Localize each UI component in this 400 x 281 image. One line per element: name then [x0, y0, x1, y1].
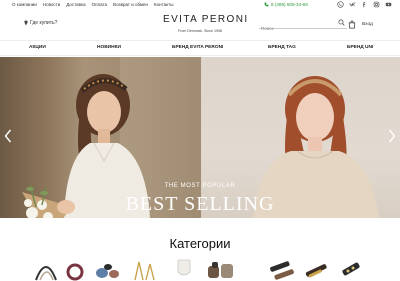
social-links: [337, 1, 392, 8]
search-icon[interactable]: [338, 19, 345, 26]
top-nav-payment[interactable]: Оплата: [92, 2, 107, 7]
top-nav-news[interactable]: Новости: [43, 2, 60, 7]
hero-banner[interactable]: THE MOST POPULAR BEST SELLING: [0, 57, 400, 218]
nav-item-brand-evita-peroni[interactable]: БРЕНД EVITA PERONI: [172, 45, 223, 50]
hero-kicker: THE MOST POPULAR: [164, 183, 236, 189]
nav-item-brand-uni[interactable]: БРЕНД UNI: [347, 45, 373, 50]
youtube-icon[interactable]: [385, 1, 392, 8]
where-to-buy-label: Где купить?: [30, 20, 58, 26]
nav-item-sales[interactable]: АКЦИИ: [29, 45, 46, 50]
phone-number: 8 (499) 508-34-69: [271, 2, 308, 7]
viber-icon[interactable]: [337, 1, 344, 8]
top-nav-delivery[interactable]: Доставка: [66, 2, 85, 7]
login-link[interactable]: Вход: [362, 22, 373, 27]
top-bar: О компании Новости Доставка Оплата Возвр…: [0, 0, 400, 12]
top-nav-contacts[interactable]: Контакты: [154, 2, 173, 7]
nav-item-new[interactable]: НОВИНКИ: [97, 45, 121, 50]
category-claw-clips-image[interactable]: [204, 258, 238, 281]
category-strip: [0, 258, 400, 281]
logo-text: EVITA PERONI: [163, 14, 249, 25]
logo[interactable]: EVITA PERONI From Denmark. Since 1998: [163, 14, 249, 33]
where-to-buy-link[interactable]: Где купить?: [24, 20, 57, 26]
cart-icon[interactable]: [348, 20, 356, 29]
phone-link[interactable]: 8 (499) 508-34-69: [264, 2, 308, 7]
category-barrettes-image[interactable]: [266, 258, 296, 281]
category-scrunchies-image[interactable]: [64, 258, 86, 281]
category-headbands-image[interactable]: [32, 258, 60, 281]
hero-title: BEST SELLING: [125, 193, 275, 215]
category-combs-image[interactable]: [164, 258, 194, 281]
categories-title: Категории: [169, 236, 231, 251]
nav-item-brand-tag[interactable]: БРЕНД TAG: [268, 45, 296, 50]
category-bobby-pins-image[interactable]: [302, 258, 330, 281]
top-nav-returns[interactable]: Возврат и обмен: [113, 2, 148, 7]
top-nav: О компании Новости Доставка Оплата Возвр…: [12, 2, 173, 7]
category-hairpins-image[interactable]: [130, 258, 160, 281]
map-pin-icon: [24, 20, 28, 26]
category-hair-sticks-image[interactable]: [338, 258, 364, 281]
phone-icon: [264, 2, 269, 7]
logo-tagline: From Denmark. Since 1998: [178, 29, 222, 33]
facebook-icon[interactable]: [361, 1, 368, 8]
instagram-icon[interactable]: [373, 1, 380, 8]
search-box: [259, 17, 347, 34]
main-nav: АКЦИИ НОВИНКИ БРЕНД EVITA PERONI БРЕНД T…: [0, 40, 400, 56]
top-nav-about[interactable]: О компании: [12, 2, 37, 7]
hero-next-arrow-icon[interactable]: [388, 129, 396, 143]
search-input[interactable]: [259, 23, 337, 34]
category-clips-image[interactable]: [92, 258, 122, 281]
hero-prev-arrow-icon[interactable]: [4, 129, 12, 143]
vk-icon[interactable]: [349, 1, 356, 8]
